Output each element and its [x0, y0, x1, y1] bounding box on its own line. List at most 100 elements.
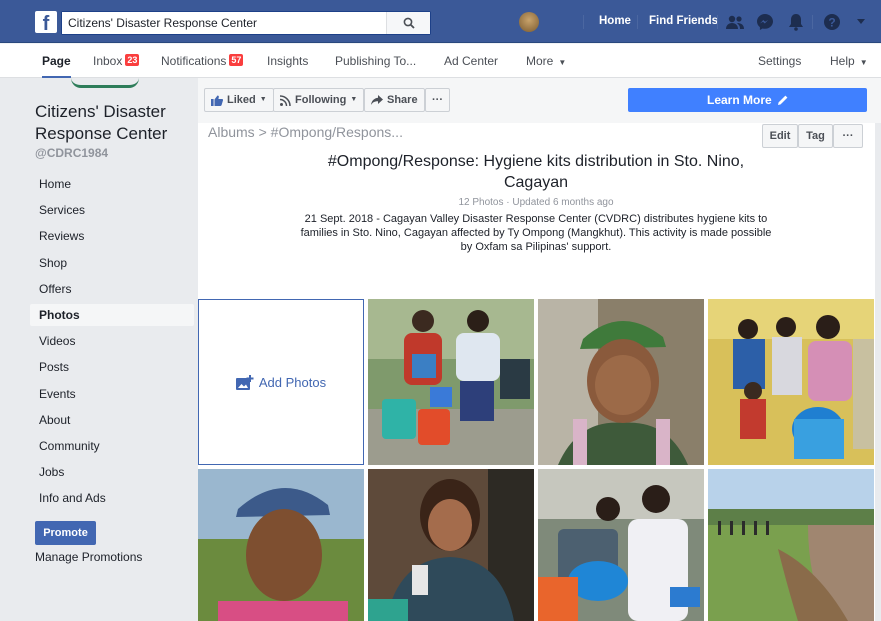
share-label: Share: [387, 94, 418, 106]
caret-down-icon: ▼: [350, 96, 358, 103]
tab-label: More: [526, 54, 554, 68]
add-photos-button[interactable]: Add Photos: [198, 299, 364, 465]
nav-find-friends[interactable]: Find Friends: [649, 0, 718, 43]
tab-label: Help: [830, 54, 855, 68]
photo-thumbnail[interactable]: [708, 299, 874, 465]
tab-label: Settings: [758, 54, 802, 68]
profile-avatar[interactable]: [519, 12, 539, 32]
page-handle[interactable]: @CDRC1984: [35, 146, 108, 160]
breadcrumb-separator: >: [258, 124, 267, 140]
album-description: 21 Sept. 2018 - Cagayan Valley Disaster …: [300, 213, 772, 253]
sidebar-item-offers[interactable]: Offers: [30, 278, 194, 300]
add-photo-icon: [235, 374, 254, 390]
help-icon[interactable]: ?: [822, 12, 842, 32]
sidebar-item-info-and-ads[interactable]: Info and Ads: [30, 487, 194, 509]
more-options-label: ···: [432, 94, 443, 106]
album-more-button[interactable]: ···: [833, 124, 863, 148]
search-icon: [403, 17, 415, 29]
tab-help[interactable]: Help ▼: [830, 44, 868, 78]
tab-label: Ad Center: [444, 54, 499, 68]
photo-thumbnail[interactable]: [538, 469, 704, 621]
album-panel: Albums > #Ompong/Respons... Edit Tag ···…: [198, 123, 875, 621]
divider: [812, 15, 813, 29]
manage-promotions-link[interactable]: Manage Promotions: [35, 550, 142, 564]
sidebar-item-home[interactable]: Home: [30, 173, 194, 195]
tab-label: Page: [42, 54, 71, 68]
sidebar-item-shop[interactable]: Shop: [30, 252, 194, 274]
tab-label: Insights: [267, 54, 309, 68]
divider: [637, 15, 638, 29]
breadcrumb: Albums > #Ompong/Respons...: [208, 124, 403, 140]
tab-more[interactable]: More ▼: [526, 44, 566, 78]
sidebar-item-reviews[interactable]: Reviews: [30, 225, 194, 247]
following-label: Following: [295, 94, 347, 106]
inbox-count-badge: 23: [125, 54, 140, 66]
tab-inbox[interactable]: Inbox 23: [93, 44, 140, 78]
sidebar-item-jobs[interactable]: Jobs: [30, 461, 194, 483]
tab-insights[interactable]: Insights: [267, 44, 308, 78]
page-tabs-bar: Page Inbox 23 Notifications 57 Insights Pu…: [0, 44, 881, 78]
share-button[interactable]: Share: [364, 88, 425, 112]
photo-thumbnail[interactable]: [368, 469, 534, 621]
friend-requests-icon[interactable]: [725, 12, 745, 32]
album-title: #Ompong/Response: Hygiene kits distribut…: [327, 153, 745, 191]
left-sidebar: Citizens' Disaster Response Center @CDRC…: [9, 78, 196, 621]
following-button[interactable]: Following ▼: [273, 88, 365, 112]
tab-publishing-tools[interactable]: Publishing To...: [335, 44, 416, 78]
photo-thumbnail[interactable]: [368, 299, 534, 465]
breadcrumb-albums-link[interactable]: Albums: [208, 124, 255, 140]
share-arrow-icon: [371, 95, 383, 105]
sidebar-item-services[interactable]: Services: [30, 199, 194, 221]
sidebar-item-posts[interactable]: Posts: [30, 356, 194, 378]
notifications-count-badge: 57: [229, 54, 244, 66]
caret-down-icon: ▼: [259, 96, 267, 103]
tab-label: Inbox: [93, 54, 123, 68]
sidebar-item-community[interactable]: Community: [30, 435, 194, 457]
messenger-icon[interactable]: [755, 12, 775, 32]
notifications-bell-icon[interactable]: [786, 12, 806, 32]
album-meta: 12 Photos · Updated 6 months ago: [458, 197, 614, 208]
tab-label: Notifications: [161, 54, 227, 68]
caret-down-icon: ▼: [558, 58, 567, 67]
page-name[interactable]: Citizens' Disaster Response Center: [35, 101, 195, 145]
promote-button[interactable]: Promote: [35, 521, 96, 545]
facebook-logo-icon[interactable]: f: [35, 11, 57, 33]
divider: [583, 15, 584, 29]
account-menu-chevron-down-icon[interactable]: [851, 12, 871, 32]
tab-settings[interactable]: Settings: [758, 44, 801, 78]
tab-label: Publishing To...: [335, 54, 417, 68]
page-action-bar: Liked ▼ Following ▼ Share ··· Learn More: [198, 78, 881, 123]
add-photos-label: Add Photos: [258, 374, 327, 390]
pencil-icon: [778, 95, 788, 105]
caret-down-icon: ▼: [859, 58, 868, 67]
sidebar-item-videos[interactable]: Videos: [30, 330, 194, 352]
breadcrumb-current: #Ompong/Respons...: [270, 124, 403, 140]
sidebar-item-about[interactable]: About: [30, 409, 194, 431]
edit-album-button[interactable]: Edit: [762, 124, 798, 148]
more-options-button[interactable]: ···: [425, 88, 450, 112]
tab-ad-center[interactable]: Ad Center: [444, 44, 498, 78]
thumbs-up-icon: [211, 95, 223, 106]
blue-header: f Home Find Friends ?: [0, 0, 881, 43]
liked-button[interactable]: Liked ▼: [204, 88, 274, 112]
divider: [717, 15, 718, 29]
top-bar: f Home Find Friends ?: [0, 0, 881, 44]
photo-thumbnail[interactable]: [708, 469, 874, 621]
tab-page[interactable]: Page: [42, 44, 71, 78]
search-input[interactable]: [62, 12, 392, 34]
photo-thumbnail[interactable]: [538, 299, 704, 465]
learn-more-button[interactable]: Learn More: [628, 88, 867, 112]
profile-picture-edge: [71, 78, 139, 88]
tag-button[interactable]: Tag: [798, 124, 833, 148]
search-button[interactable]: [386, 12, 430, 34]
rss-feed-icon: [280, 94, 291, 106]
nav-home[interactable]: Home: [599, 0, 631, 43]
sidebar-item-photos[interactable]: Photos: [30, 304, 194, 326]
photo-thumbnail[interactable]: [198, 469, 364, 621]
liked-label: Liked: [227, 94, 256, 106]
sidebar-item-events[interactable]: Events: [30, 383, 194, 405]
svg-text:?: ?: [828, 16, 835, 30]
search-box: [61, 11, 431, 35]
tab-notifications[interactable]: Notifications 57: [161, 44, 244, 78]
learn-more-label: Learn More: [706, 93, 772, 107]
